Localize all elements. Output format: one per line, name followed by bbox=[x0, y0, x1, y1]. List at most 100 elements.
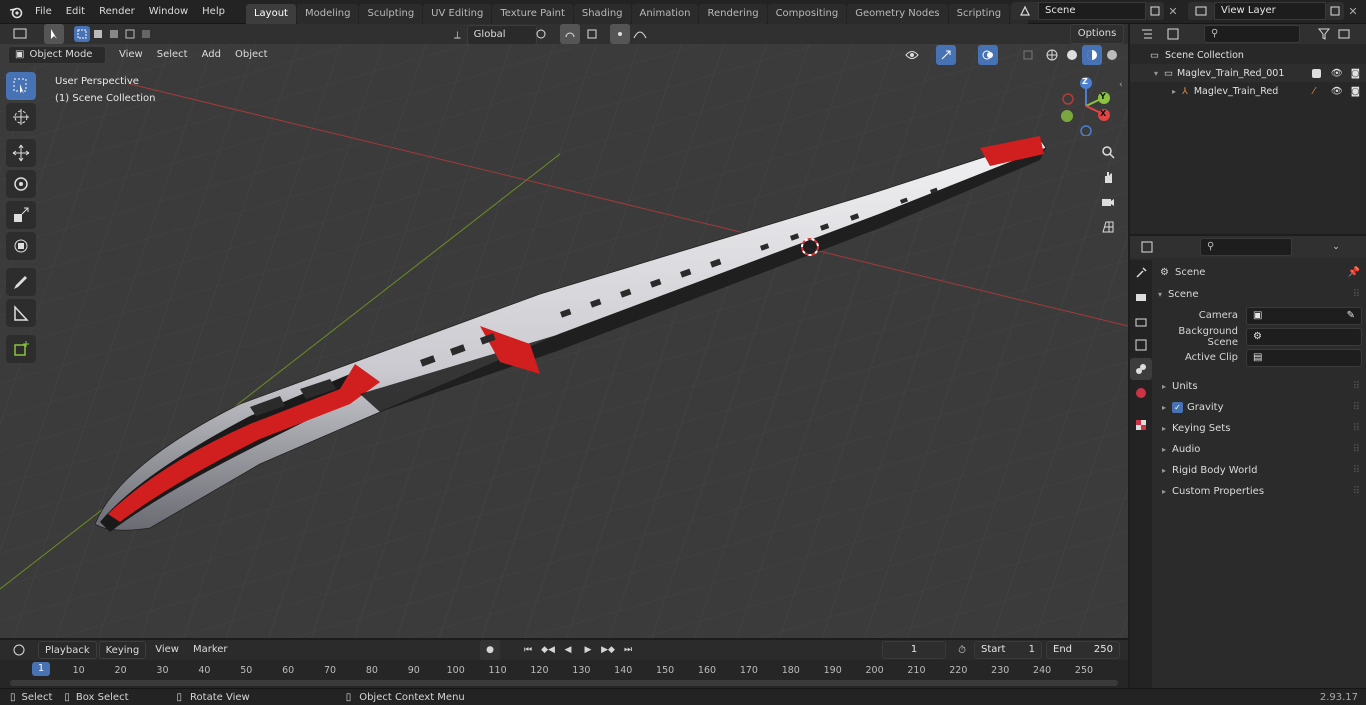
background-scene-field[interactable]: ⚙ bbox=[1246, 327, 1362, 346]
sidebar-toggle-icon[interactable]: ‹ bbox=[1119, 80, 1123, 90]
tab-compositing[interactable]: Compositing bbox=[767, 3, 847, 24]
close-view-layer-icon[interactable]: ✕ bbox=[1344, 2, 1362, 20]
tool-tab-icon[interactable] bbox=[1130, 262, 1152, 284]
tab-texture-paint[interactable]: Texture Paint bbox=[492, 3, 573, 24]
scale-tool-icon[interactable] bbox=[6, 201, 36, 229]
menu-file[interactable]: File bbox=[28, 1, 59, 23]
eyedropper-icon[interactable]: ✎ bbox=[1347, 308, 1355, 324]
rendered-shading-icon[interactable] bbox=[1102, 45, 1122, 65]
properties-editor-icon[interactable] bbox=[1134, 237, 1160, 257]
snap-target-icon[interactable] bbox=[582, 24, 602, 44]
start-frame-field[interactable]: Start 1 bbox=[974, 641, 1042, 659]
play-icon[interactable]: ▶ bbox=[578, 640, 598, 660]
properties-search-input[interactable]: ⚲ bbox=[1200, 238, 1292, 256]
options-dropdown[interactable]: Options bbox=[1070, 24, 1124, 44]
measure-tool-icon[interactable] bbox=[6, 299, 36, 327]
timeline-menu-playback[interactable]: Playback bbox=[38, 641, 97, 659]
scene-section-header[interactable]: ▾ Scene ⠿ bbox=[1154, 284, 1366, 305]
timeline-menu-view[interactable]: View bbox=[148, 639, 186, 661]
copy-view-layer-icon[interactable] bbox=[1326, 2, 1344, 20]
record-icon[interactable]: ● bbox=[480, 640, 500, 660]
scene-name-field[interactable]: Scene bbox=[1038, 2, 1146, 20]
expand-collection-icon[interactable]: ▾ bbox=[1154, 69, 1164, 78]
custom-properties-section[interactable]: ▸ Custom Properties ⠿ bbox=[1154, 481, 1366, 502]
tab-geometry-nodes[interactable]: Geometry Nodes bbox=[847, 3, 948, 24]
view-layer-tab-icon[interactable] bbox=[1130, 334, 1152, 356]
xray-toggle-icon[interactable] bbox=[1018, 45, 1038, 65]
visibility-icon[interactable] bbox=[902, 45, 922, 65]
select-subtract-icon[interactable] bbox=[106, 26, 122, 42]
viewport-menu-object[interactable]: Object bbox=[228, 44, 275, 66]
outliner-row-object[interactable]: ▸ ⅄ Maglev_Train_Red ⁄ 👁 ◙ bbox=[1130, 82, 1366, 100]
camera-view-icon[interactable] bbox=[1098, 192, 1118, 212]
jump-end-icon[interactable]: ⏭ bbox=[618, 640, 638, 660]
tab-uv-editing[interactable]: UV Editing bbox=[423, 3, 492, 24]
transform-orientation-dropdown[interactable]: ⟂ Global bbox=[454, 25, 537, 45]
zoom-icon[interactable] bbox=[1098, 142, 1118, 162]
end-frame-field[interactable]: End 250 bbox=[1046, 641, 1120, 659]
tab-scripting[interactable]: Scripting bbox=[948, 3, 1010, 24]
gizmo-toggle-icon[interactable] bbox=[936, 45, 956, 65]
view-layer-field[interactable]: View Layer bbox=[1214, 2, 1326, 20]
menu-window[interactable]: Window bbox=[142, 1, 195, 23]
cursor-tool-icon[interactable] bbox=[6, 103, 36, 131]
annotate-tool-icon[interactable] bbox=[6, 268, 36, 296]
render-tab-icon[interactable] bbox=[1130, 286, 1152, 308]
material-preview-icon[interactable] bbox=[1082, 45, 1102, 65]
timeline-menu-keying[interactable]: Keying bbox=[98, 641, 147, 659]
add-cube-tool-icon[interactable] bbox=[6, 335, 36, 363]
tab-layout[interactable]: Layout bbox=[245, 3, 296, 24]
tab-modeling[interactable]: Modeling bbox=[296, 3, 359, 24]
ortho-grid-icon[interactable] bbox=[1098, 217, 1118, 237]
audio-section[interactable]: ▸ Audio ⠿ bbox=[1154, 439, 1366, 460]
proportional-edit-icon[interactable] bbox=[610, 24, 630, 44]
tab-shading[interactable]: Shading bbox=[573, 3, 631, 24]
drag-handle-icon[interactable]: ⠿ bbox=[1353, 486, 1360, 497]
timeline-scrollbar[interactable] bbox=[10, 680, 1118, 686]
select-box-tool-icon[interactable] bbox=[6, 72, 36, 100]
drag-handle-icon[interactable]: ⠿ bbox=[1353, 289, 1360, 300]
filter-icon[interactable] bbox=[1314, 24, 1334, 44]
wireframe-shading-icon[interactable] bbox=[1042, 45, 1062, 65]
jump-start-icon[interactable]: ⏮ bbox=[518, 640, 538, 660]
outliner-row-collection[interactable]: ▾ ▭ Maglev_Train_Red_001 👁 ◙ bbox=[1130, 64, 1366, 82]
pin-icon[interactable]: 📌 bbox=[1348, 267, 1360, 278]
select-new-icon[interactable] bbox=[74, 26, 90, 42]
timeline-menu-marker[interactable]: Marker bbox=[186, 639, 235, 661]
tab-rendering[interactable]: Rendering bbox=[699, 3, 767, 24]
editor-type-icon[interactable] bbox=[6, 24, 34, 44]
overlays-toggle-icon[interactable] bbox=[978, 45, 998, 65]
drag-handle-icon[interactable]: ⠿ bbox=[1353, 465, 1360, 476]
gravity-checkbox[interactable]: ✓ bbox=[1172, 402, 1183, 413]
jump-keyframe-forward-icon[interactable]: ▶◆ bbox=[598, 640, 618, 660]
move-tool-icon[interactable] bbox=[6, 139, 36, 167]
outliner-root-row[interactable]: ▭ Scene Collection bbox=[1130, 46, 1366, 64]
timeline-ruler[interactable]: 1 10 20 30 40 50 60 70 80 90 100 110 120 130 140 150 16… bbox=[0, 660, 1128, 688]
outliner-editor-icon[interactable] bbox=[1134, 24, 1160, 44]
scene-tab-icon[interactable] bbox=[1130, 358, 1152, 380]
blender-logo-icon[interactable] bbox=[4, 2, 28, 22]
copy-scene-icon[interactable] bbox=[1146, 2, 1164, 20]
tab-sculpting[interactable]: Sculpting bbox=[359, 3, 423, 24]
render-camera-icon[interactable]: ◙ bbox=[1351, 68, 1360, 79]
menu-help[interactable]: Help bbox=[195, 1, 232, 23]
viewport-menu-view[interactable]: View bbox=[112, 44, 150, 66]
menu-render[interactable]: Render bbox=[92, 1, 142, 23]
camera-field[interactable]: ▣ ✎ bbox=[1246, 306, 1362, 325]
solid-shading-icon[interactable] bbox=[1062, 45, 1082, 65]
pivot-point-icon[interactable] bbox=[532, 24, 552, 44]
expand-object-icon[interactable]: ▸ bbox=[1172, 87, 1182, 96]
outliner-search-input[interactable]: ⚲ bbox=[1204, 25, 1300, 43]
keying-sets-section[interactable]: ▸ Keying Sets ⠿ bbox=[1154, 418, 1366, 439]
output-tab-icon[interactable] bbox=[1130, 310, 1152, 332]
eye-icon[interactable]: 👁 bbox=[1331, 68, 1343, 79]
playhead-frame[interactable]: 1 bbox=[32, 662, 50, 676]
close-scene-icon[interactable]: ✕ bbox=[1164, 2, 1182, 20]
pan-hand-icon[interactable] bbox=[1098, 167, 1118, 187]
play-reverse-icon[interactable]: ◀ bbox=[558, 640, 578, 660]
drag-handle-icon[interactable]: ⠿ bbox=[1353, 402, 1360, 413]
select-tool-active-icon[interactable] bbox=[44, 24, 64, 44]
current-frame-field[interactable]: 1 bbox=[882, 641, 946, 659]
timeline-editor-icon[interactable] bbox=[6, 640, 34, 660]
gravity-section[interactable]: ▸ ✓ Gravity ⠿ bbox=[1154, 397, 1366, 418]
